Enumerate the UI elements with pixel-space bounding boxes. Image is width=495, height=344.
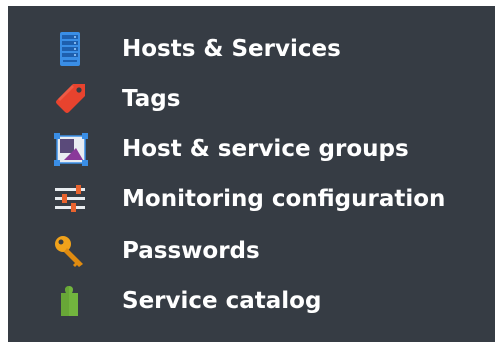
sidebar-item-label: Tags: [122, 86, 181, 112]
sidebar-item-host-service-groups[interactable]: Host & service groups: [52, 132, 472, 166]
sidebar-menu: Hosts & Services Tags Host & service gro…: [8, 6, 495, 342]
sidebar-item-label: Hosts & Services: [122, 36, 341, 62]
sidebar-item-label: Passwords: [122, 238, 260, 264]
tag-icon: [52, 82, 88, 116]
sidebar-item-monitoring-configuration[interactable]: Monitoring configuration: [52, 182, 472, 216]
sidebar-item-tags[interactable]: Tags: [52, 82, 472, 116]
sidebar-item-service-catalog[interactable]: Service catalog: [52, 284, 472, 318]
sidebar-item-label: Service catalog: [122, 288, 322, 314]
sliders-icon: [52, 182, 88, 216]
puzzle-icon: [52, 284, 88, 318]
sidebar-item-label: Host & service groups: [122, 136, 409, 162]
key-icon: [52, 234, 88, 268]
server-icon: [52, 32, 88, 66]
sidebar-item-hosts-services[interactable]: Hosts & Services: [52, 32, 472, 66]
sidebar-item-label: Monitoring configuration: [122, 186, 446, 212]
sidebar-item-passwords[interactable]: Passwords: [52, 234, 472, 268]
cut-off-menu-item: [68, 6, 288, 8]
groups-icon: [52, 132, 88, 166]
